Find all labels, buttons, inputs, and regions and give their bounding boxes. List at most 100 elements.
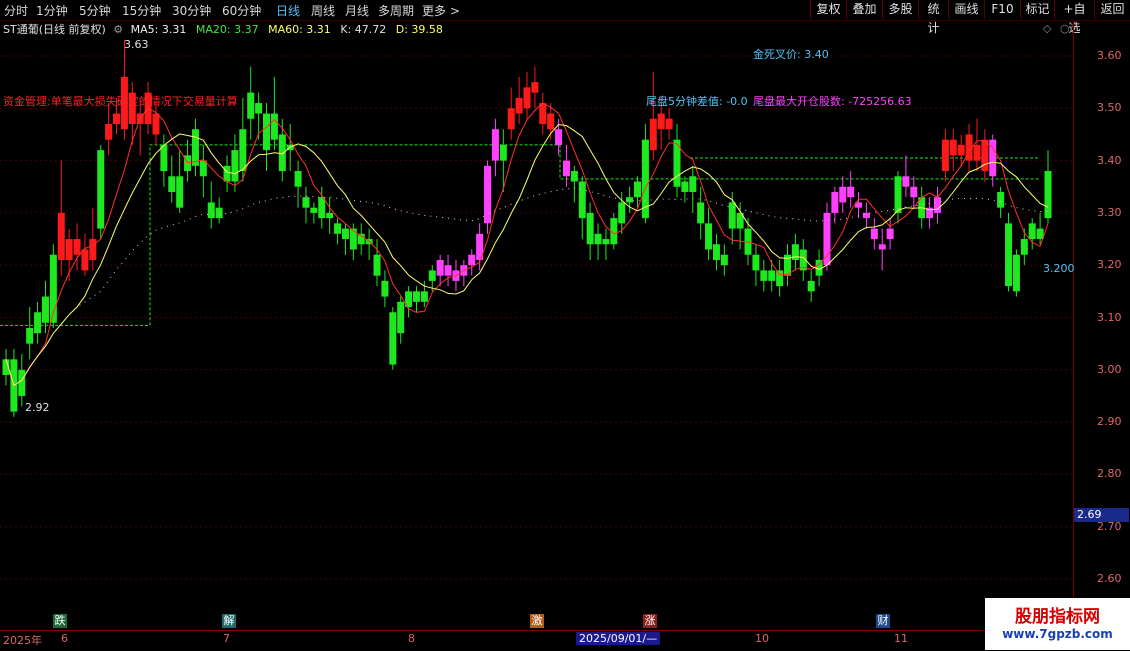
add-watchlist-button[interactable]: +自选 bbox=[1054, 0, 1094, 35]
candle-body bbox=[570, 171, 578, 182]
mark-button[interactable]: 标记 bbox=[1020, 0, 1054, 19]
circle-icon[interactable]: ○ bbox=[1060, 22, 1070, 35]
candle-body bbox=[436, 259, 444, 276]
low-price-label: 2.92 bbox=[25, 401, 50, 414]
period-tab-1min[interactable]: 1分钟 bbox=[36, 2, 68, 19]
candle-body bbox=[152, 113, 160, 135]
d-value: D: 39.58 bbox=[395, 23, 443, 36]
candle-body bbox=[278, 134, 286, 172]
candle-body bbox=[555, 129, 563, 145]
diamond-icon[interactable]: ◇ bbox=[1043, 22, 1051, 35]
candle-body bbox=[870, 228, 878, 240]
candle-body bbox=[231, 150, 239, 182]
event-marker-unlock[interactable]: 解 bbox=[222, 614, 236, 628]
current-price-box: 2.69 bbox=[1074, 508, 1129, 522]
candle-body bbox=[626, 197, 634, 203]
candle-body bbox=[902, 176, 910, 187]
period-tab-5min[interactable]: 5分钟 bbox=[79, 2, 111, 19]
price-tick-label: 2.80 bbox=[1097, 467, 1122, 481]
candle-body bbox=[468, 254, 476, 266]
candle-body bbox=[160, 144, 168, 172]
cursor-date-label: 2025/09/01/— bbox=[576, 632, 661, 645]
candle-body bbox=[689, 176, 697, 192]
overlay-button[interactable]: 叠加 bbox=[846, 0, 882, 19]
event-marker-incentive[interactable]: 激 bbox=[530, 614, 544, 628]
candle-body bbox=[199, 160, 207, 177]
stock-title: ST通葡(日线 前复权) bbox=[3, 23, 106, 36]
candle-body bbox=[712, 244, 720, 260]
period-tab-more[interactable]: 更多 > bbox=[422, 2, 460, 19]
candle-body bbox=[831, 191, 839, 213]
candle-body bbox=[886, 228, 894, 240]
candle-body bbox=[113, 113, 121, 124]
candle-body bbox=[65, 239, 73, 260]
price-tick-label: 3.50 bbox=[1097, 101, 1122, 115]
f10-button[interactable]: F10 bbox=[984, 0, 1020, 19]
candle-body bbox=[263, 113, 270, 151]
candle-body bbox=[720, 254, 728, 266]
event-marker-finance[interactable]: 财 bbox=[876, 614, 890, 628]
candle-body bbox=[397, 301, 405, 334]
candle-body bbox=[484, 165, 492, 224]
event-marker-rise[interactable]: 涨 bbox=[643, 614, 657, 628]
multi-stock-button[interactable]: 多股 bbox=[882, 0, 918, 19]
period-tab-multi[interactable]: 多周期 bbox=[378, 2, 414, 19]
candle-body bbox=[981, 139, 989, 172]
adjust-button[interactable]: 复权 bbox=[810, 0, 846, 19]
period-tab-daily[interactable]: 日线 bbox=[276, 2, 300, 19]
candle-body bbox=[807, 280, 815, 292]
candle-body bbox=[389, 312, 397, 365]
period-tab-30min[interactable]: 30分钟 bbox=[172, 2, 211, 19]
candle-body bbox=[1005, 223, 1013, 287]
draw-line-button[interactable]: 画线 bbox=[948, 0, 984, 19]
stats-button[interactable]: 统计 bbox=[918, 0, 948, 35]
indicator-info-line: ST通葡(日线 前复权) ⚙ MA5: 3.31 MA20: 3.37 MA60… bbox=[0, 21, 449, 37]
candle-body bbox=[760, 270, 768, 281]
price-tick-label: 3.40 bbox=[1097, 153, 1122, 167]
candle-body bbox=[957, 144, 965, 156]
candle-body bbox=[507, 108, 515, 130]
candle-body bbox=[776, 270, 784, 287]
period-tab-60min[interactable]: 60分钟 bbox=[222, 2, 261, 19]
candle-body bbox=[1020, 239, 1028, 255]
candlestick-chart[interactable] bbox=[0, 38, 1073, 628]
back-button[interactable]: 返回 bbox=[1094, 0, 1130, 19]
price-tick-label: 3.60 bbox=[1097, 49, 1122, 62]
candle-body bbox=[531, 82, 539, 93]
support-line bbox=[0, 144, 1040, 326]
candle-body bbox=[657, 113, 665, 130]
tail-5min-diff: 尾盘5分钟差值: -0.0 bbox=[646, 95, 748, 108]
candle-body bbox=[752, 254, 760, 271]
candle-body bbox=[878, 244, 886, 250]
candle-body bbox=[665, 118, 673, 130]
month-label-11: 11 bbox=[894, 632, 908, 645]
watermark-logo: 股朋指标网 www.7gpzb.com bbox=[985, 598, 1130, 650]
candle-body bbox=[705, 223, 713, 250]
period-tab-weekly[interactable]: 周线 bbox=[311, 2, 335, 19]
candle-body bbox=[318, 197, 326, 219]
candle-body bbox=[215, 207, 223, 219]
ma20-value: MA20: 3.37 bbox=[195, 23, 259, 36]
candle-body bbox=[302, 197, 310, 208]
candle-body bbox=[586, 212, 594, 245]
candle-body bbox=[547, 113, 555, 130]
candle-body bbox=[539, 103, 547, 124]
candle-body bbox=[523, 87, 531, 109]
period-tab-15min[interactable]: 15分钟 bbox=[122, 2, 161, 19]
candle-body bbox=[97, 150, 105, 229]
period-tab-monthly[interactable]: 月线 bbox=[345, 2, 369, 19]
candle-body bbox=[255, 103, 263, 114]
candle-body bbox=[1028, 223, 1036, 240]
candle-body bbox=[34, 312, 42, 334]
month-label-6: 6 bbox=[61, 632, 68, 645]
candle-body bbox=[420, 291, 428, 302]
candle-body bbox=[310, 207, 318, 213]
candle-body bbox=[1012, 254, 1020, 292]
candle-body bbox=[444, 265, 452, 276]
candle-body bbox=[728, 202, 736, 229]
candle-body bbox=[26, 327, 34, 344]
period-tab-timeshare[interactable]: 分时 bbox=[4, 2, 28, 19]
price-tick-label: 2.60 bbox=[1097, 572, 1122, 585]
settings-gear-icon[interactable]: ⚙ bbox=[113, 23, 123, 36]
event-marker-fall[interactable]: 跌 bbox=[53, 614, 67, 628]
